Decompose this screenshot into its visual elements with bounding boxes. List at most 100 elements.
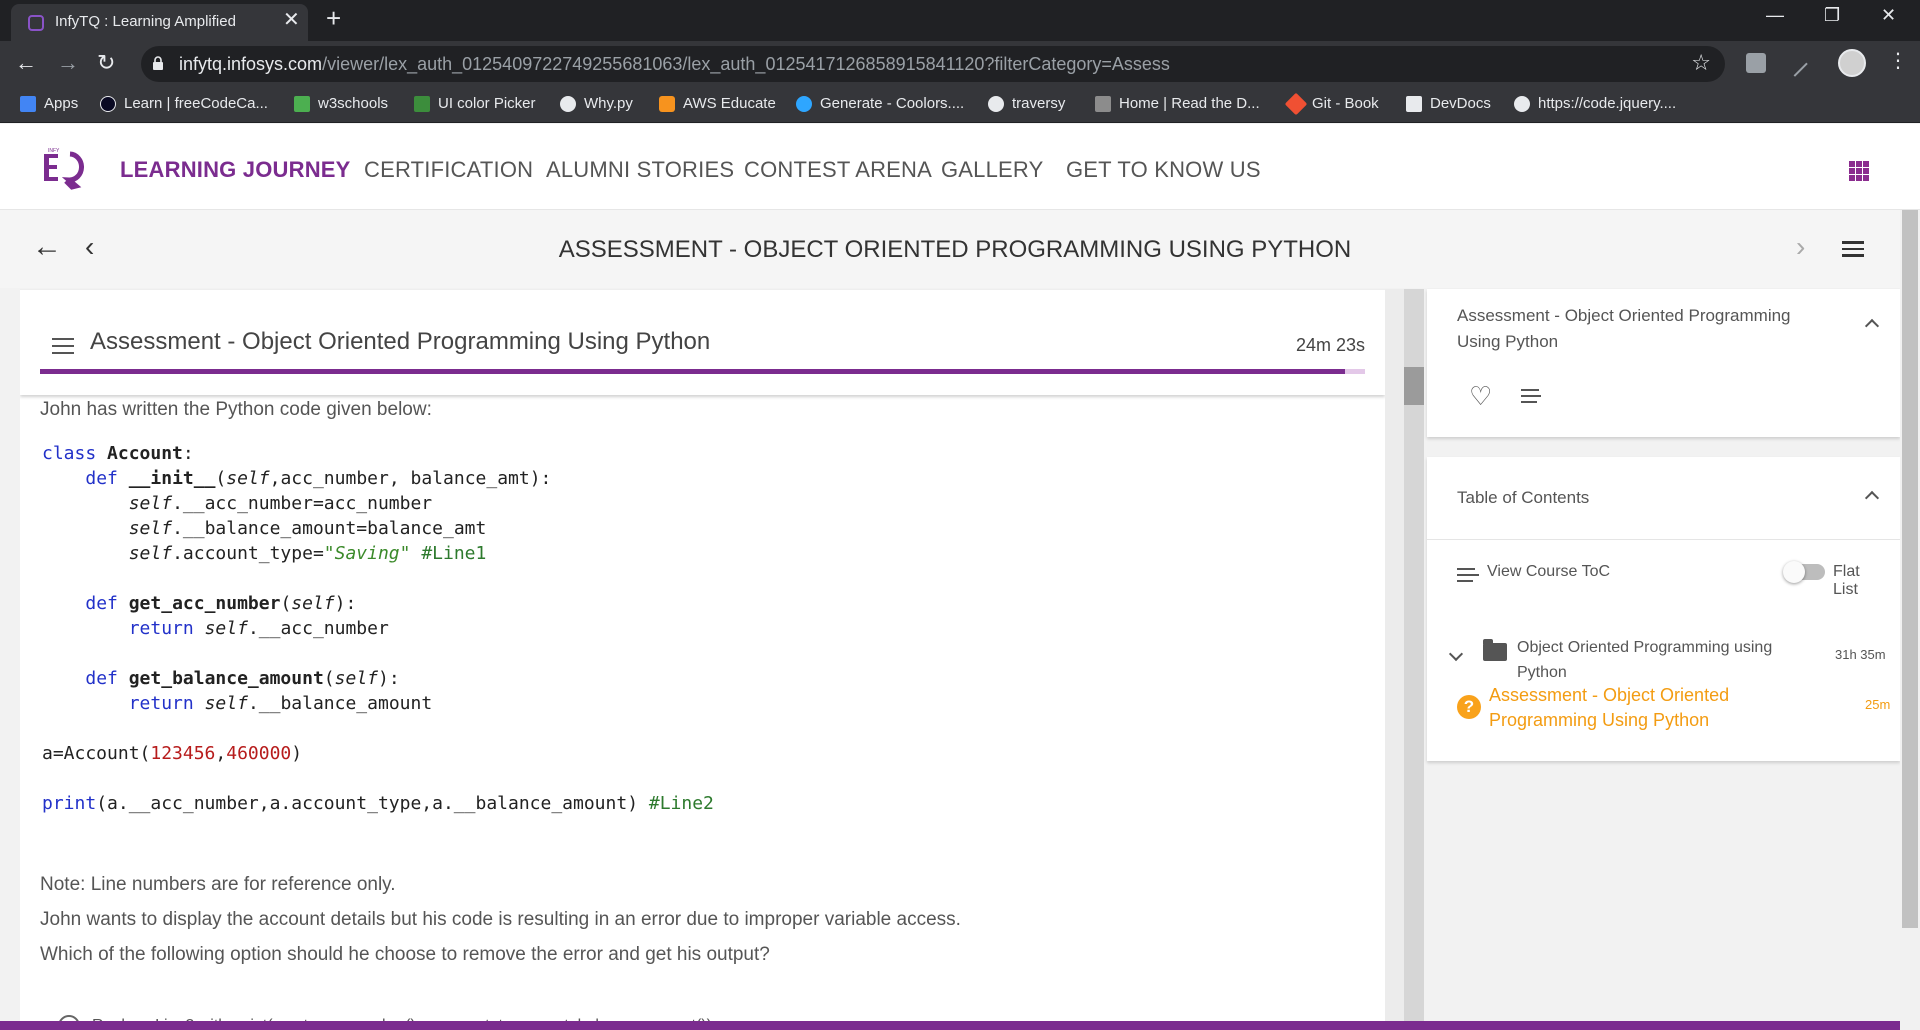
content-scrollbar-thumb[interactable] [1404,367,1424,405]
extension-icon[interactable] [1746,53,1766,73]
bookmark-label: traversy [1012,95,1066,112]
bookmark-coolors[interactable]: Generate - Coolors.... [796,95,964,112]
nav-contest-arena[interactable]: CONTEST ARENA [744,157,932,183]
assessment-timer: 24m 23s [1295,335,1365,355]
forward-icon[interactable]: → [57,51,79,75]
bookmark-why-py[interactable]: Why.py [560,95,633,112]
bookmark-label: Apps [44,95,79,112]
nav-gallery[interactable]: GALLERY [941,157,1044,183]
view-course-toc-link[interactable]: View Course ToC [1487,563,1610,581]
folder-icon [1483,639,1507,661]
toc-title: Table of Contents [1457,488,1590,507]
bookmark-aws-educate[interactable]: AWS Educate [659,95,776,112]
url-text[interactable]: infytq.infosys.com/viewer/lex_auth_01254… [179,54,1170,75]
pen-extension-icon[interactable] [1782,51,1808,77]
table-of-contents-card: Table of Contents View Course ToC Flat L… [1427,457,1900,761]
coolors-icon [796,95,812,112]
bookmark-freecodecamp[interactable]: Learn | freeCodeCa... [100,95,268,112]
github-icon [988,95,1004,112]
module-title: Object Oriented Programming using Python [1517,639,1773,681]
color-picker-icon [414,95,430,112]
chrome-menu-icon[interactable]: ⋮ [1888,51,1908,71]
bookmark-label: Learn | freeCodeCa... [124,95,268,112]
bookmark-devdocs[interactable]: DevDocs [1406,95,1491,112]
w3schools-icon [294,95,310,112]
apps-grid-icon[interactable] [1849,161,1869,181]
playlist-icon[interactable] [1521,389,1545,407]
page-scrollbar-thumb[interactable] [1902,210,1918,928]
url-host: infytq.infosys.com [179,54,323,74]
flat-list-toggle[interactable] [1783,561,1825,583]
question-description: John wants to display the account detail… [40,909,961,930]
page-title: ASSESSMENT - OBJECT ORIENTED PROGRAMMING… [558,236,1352,263]
assessment-content: Assessment - Object Oriented Programming… [20,289,1385,1030]
freecodecamp-icon [100,95,116,112]
nav-alumni-stories[interactable]: ALUMNI STORIES [546,157,734,183]
bookmark-apps[interactable]: Apps [20,95,78,112]
question-note: Note: Line numbers are for reference onl… [40,874,396,895]
bookmark-label: Git - Book [1312,95,1379,112]
bookmark-label: AWS Educate [683,95,776,112]
toc-header[interactable]: Table of Contents [1427,457,1900,540]
minimize-icon[interactable]: — [1766,6,1784,24]
assessment-title: Assessment - Object Oriented Programming… [90,328,711,355]
bookmark-star-icon[interactable]: ☆ [1691,50,1711,76]
collapse-chevron-icon[interactable] [1864,318,1880,334]
bookmark-w3schools[interactable]: w3schools [294,95,388,112]
nav-learning-journey[interactable]: LEARNING JOURNEY [120,157,351,183]
heart-icon[interactable]: ♡ [1469,383,1492,409]
bookmark-traversy[interactable]: traversy [988,95,1065,112]
viewer-title-bar: ← ‹ ASSESSMENT - OBJECT ORIENTED PROGRAM… [0,210,1920,288]
bookmark-label: https://code.jquery.... [1538,95,1677,112]
nav-get-to-know-us[interactable]: GET TO KNOW US [1066,157,1261,183]
flat-list-label: Flat List [1833,563,1860,598]
bottom-accent-bar [0,1021,1900,1030]
page-scrollbar[interactable] [1900,210,1920,1030]
progress-fill [40,369,1346,374]
bookmarks-bar: Apps Learn | freeCodeCa... w3schools UI … [0,87,1920,123]
git-icon [1284,92,1308,115]
tab-close-icon[interactable]: ✕ [283,10,300,30]
back-icon[interactable]: ← [15,51,37,75]
reload-icon[interactable]: ↻ [97,51,115,75]
infytq-logo[interactable]: INFY [38,144,84,190]
browser-toolbar: ← → ↻ infytq.infosys.com/viewer/lex_auth… [0,41,1920,87]
new-tab-button[interactable]: + [326,5,341,31]
site-header: INFY LEARNING JOURNEY CERTIFICATION ALUM… [0,124,1920,210]
collapse-chevron-icon[interactable] [1864,490,1880,506]
lock-icon [153,56,163,70]
item-title: Assessment - Object Oriented Programming… [1489,685,1730,730]
right-sidebar: Assessment - Object Oriented Programming… [1424,289,1900,1030]
address-bar[interactable]: infytq.infosys.com/viewer/lex_auth_01254… [141,46,1725,82]
view-course-toc-row: View Course ToC Flat List [1457,560,1877,598]
profile-avatar[interactable] [1838,49,1866,77]
window-close-icon[interactable]: ✕ [1881,6,1896,24]
tab-title: InfyTQ : Learning Amplified [55,13,236,30]
apps-icon [20,95,36,112]
devdocs-icon [1406,95,1422,112]
assessment-progress [40,369,1365,374]
content-info-title: Assessment - Object Oriented Programming… [1457,306,1791,351]
readthedocs-icon [1095,95,1111,112]
content-scrollbar[interactable] [1404,289,1424,1030]
menu-icon[interactable] [1842,241,1864,257]
question-icon: ? [1457,695,1481,719]
code-block: class Account: def __init__(self,acc_num… [42,443,714,814]
bookmark-ui-color-picker[interactable]: UI color Picker [414,95,536,112]
expand-chevron-icon[interactable] [1448,646,1464,662]
bookmark-read-the-docs[interactable]: Home | Read the D... [1095,95,1260,112]
bookmark-label: w3schools [318,95,389,112]
next-icon[interactable]: › [1796,232,1805,262]
content-info-card: Assessment - Object Oriented Programming… [1427,289,1900,437]
browser-tab[interactable]: InfyTQ : Learning Amplified ✕ [11,4,308,41]
nav-certification[interactable]: CERTIFICATION [364,157,533,183]
bookmark-code-jquery[interactable]: https://code.jquery.... [1514,95,1676,112]
globe-icon [1514,95,1530,112]
question-prompt: Which of the following option should he … [40,944,770,965]
question-intro: John has written the Python code given b… [40,399,432,420]
bookmark-git-book[interactable]: Git - Book [1284,92,1379,115]
item-duration: 25m [1865,697,1891,712]
toc-toggle-icon[interactable] [52,338,74,359]
content-gutter [1385,289,1405,1030]
restore-icon[interactable]: ❐ [1824,6,1840,24]
